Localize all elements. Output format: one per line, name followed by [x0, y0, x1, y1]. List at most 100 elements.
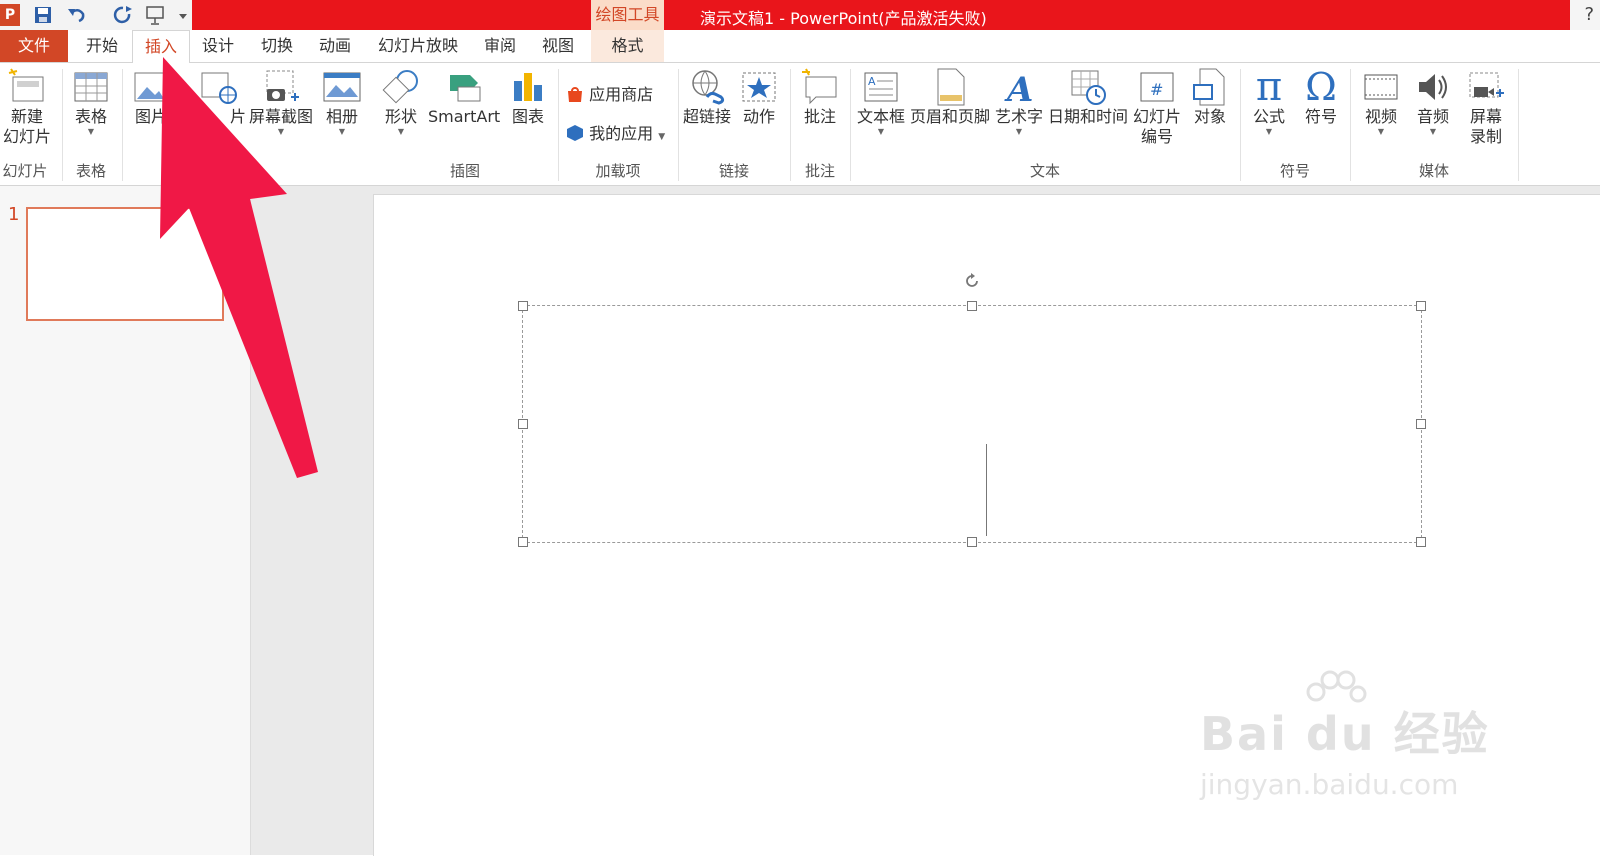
shapes-dropdown-icon[interactable]: ▼ — [378, 127, 424, 137]
watermark-url: jingyan.baidu.com — [1200, 768, 1459, 801]
tab-design[interactable]: 设计 — [190, 30, 246, 62]
photo-album-icon — [323, 72, 361, 102]
screen-recording-label: 屏幕 — [1469, 107, 1502, 126]
screenshot-button[interactable]: 屏幕截图 ▼ — [248, 67, 314, 137]
chart-icon — [514, 73, 542, 101]
my-apps-dropdown-icon[interactable]: ▼ — [658, 132, 665, 142]
resize-handle[interactable] — [1416, 419, 1426, 429]
smartart-label: SmartArt — [428, 107, 501, 126]
object-button[interactable]: 对象 — [1188, 67, 1232, 127]
video-dropdown-icon[interactable]: ▼ — [1358, 127, 1404, 137]
my-apps-button[interactable]: 我的应用 ▼ — [566, 120, 665, 144]
slide-number-label-2: 编号 — [1140, 127, 1173, 146]
textbox-icon: A — [864, 72, 898, 102]
action-label: 动作 — [742, 107, 775, 126]
resize-handle[interactable] — [518, 537, 528, 547]
resize-handle[interactable] — [1416, 537, 1426, 547]
speaker-icon — [1419, 74, 1447, 100]
textbox-button[interactable]: A 文本框 ▼ — [854, 67, 908, 137]
chart-button[interactable]: 图表 — [506, 67, 550, 127]
new-slide-icon — [8, 68, 44, 102]
slide-number: 1 — [8, 204, 20, 225]
shapes-button[interactable]: 形状 ▼ — [378, 67, 424, 137]
resize-handle[interactable] — [518, 301, 528, 311]
slide-thumbnail-pane: 1 — [0, 186, 251, 855]
action-button[interactable]: 动作 — [736, 67, 782, 127]
wordart-dropdown-icon[interactable]: ▼ — [994, 127, 1044, 137]
group-separator — [1518, 69, 1519, 181]
audio-dropdown-icon[interactable]: ▼ — [1410, 127, 1456, 137]
ribbon-tabs: 文件 开始 插入 设计 切换 动画 幻灯片放映 审阅 视图 格式 — [0, 30, 1600, 64]
rotate-handle-icon[interactable] — [963, 272, 981, 290]
wordart-icon: A — [1004, 70, 1033, 107]
tab-home[interactable]: 开始 — [74, 30, 130, 62]
video-button[interactable]: 视频 ▼ — [1358, 67, 1404, 137]
store-button[interactable]: 应用商店 — [566, 81, 653, 105]
group-symbols-label: 符号 — [1279, 162, 1310, 180]
resize-handle[interactable] — [967, 301, 977, 311]
group-separator — [850, 69, 851, 181]
tab-format[interactable]: 格式 — [591, 30, 664, 62]
textbox-dropdown-icon[interactable]: ▼ — [854, 127, 908, 137]
group-text-label: 文本 — [1029, 162, 1060, 180]
slide-number-button[interactable]: # 幻灯片 编号 — [1130, 67, 1184, 147]
online-picture-icon — [201, 72, 237, 104]
hyperlink-button[interactable]: 超链接 — [682, 67, 732, 127]
tab-file[interactable]: 文件 — [0, 30, 68, 62]
audio-button[interactable]: 音频 ▼ — [1410, 67, 1456, 137]
pi-icon: π — [1255, 64, 1283, 110]
present-icon[interactable] — [145, 4, 167, 26]
screen-recording-label-2: 录制 — [1469, 127, 1502, 146]
resize-handle[interactable] — [518, 419, 528, 429]
comment-icon — [802, 68, 837, 105]
audio-label: 音频 — [1416, 107, 1449, 126]
photo-album-dropdown-icon[interactable]: ▼ — [318, 127, 366, 137]
quick-access-toolbar: P — [0, 0, 192, 30]
group-separator — [62, 69, 63, 181]
tab-transitions[interactable]: 切换 — [248, 30, 306, 62]
comment-button[interactable]: 批注 — [796, 67, 844, 127]
new-slide-button[interactable]: 新建 幻灯片 — [2, 67, 52, 147]
screenshot-dropdown-icon[interactable]: ▼ — [248, 127, 314, 137]
resize-handle[interactable] — [1416, 301, 1426, 311]
online-pictures-label: 片 — [229, 107, 246, 126]
symbol-button[interactable]: Ω 符号 — [1298, 67, 1344, 127]
date-time-icon — [1071, 70, 1106, 105]
save-icon[interactable] — [32, 4, 54, 26]
tab-insert[interactable]: 插入 — [132, 30, 190, 64]
date-time-button[interactable]: 日期和时间 — [1046, 67, 1130, 127]
help-icon[interactable]: ? — [1584, 4, 1594, 25]
new-slide-label: 新建 — [10, 107, 43, 126]
equation-button[interactable]: π 公式 ▼ — [1246, 67, 1292, 137]
table-label: 表格 — [74, 107, 107, 126]
undo-icon[interactable] — [66, 4, 88, 26]
tab-animations[interactable]: 动画 — [306, 30, 364, 62]
online-pictures-button[interactable]: 片 — [190, 67, 246, 127]
photo-album-button[interactable]: 相册 ▼ — [318, 67, 366, 137]
tab-slideshow[interactable]: 幻灯片放映 — [366, 30, 470, 62]
customize-icon[interactable] — [178, 4, 188, 26]
group-tables-label: 表格 — [75, 162, 106, 180]
photo-album-label: 相册 — [325, 107, 358, 126]
tab-review[interactable]: 审阅 — [472, 30, 528, 62]
powerpoint-logo-icon[interactable]: P — [0, 4, 20, 26]
comment-label: 批注 — [803, 107, 836, 126]
screen-recording-button[interactable]: 屏幕 录制 — [1462, 67, 1510, 147]
redo-icon[interactable] — [112, 4, 134, 26]
hyperlink-label: 超链接 — [682, 107, 731, 126]
selected-textbox[interactable] — [518, 273, 1426, 547]
tab-view[interactable]: 视图 — [530, 30, 586, 62]
object-icon — [1193, 68, 1225, 106]
header-footer-button[interactable]: 页眉和页脚 — [908, 67, 992, 127]
shapes-icon — [382, 70, 418, 104]
textbox-label: 文本框 — [856, 107, 905, 126]
slide-thumbnail[interactable] — [26, 207, 224, 321]
wordart-button[interactable]: A 艺术字 ▼ — [994, 67, 1044, 137]
smartart-button[interactable]: SmartArt — [428, 67, 500, 127]
screenshot-icon — [266, 70, 299, 101]
resize-handle[interactable] — [967, 537, 977, 547]
table-dropdown-icon[interactable]: ▼ — [68, 127, 114, 137]
table-button[interactable]: 表格 ▼ — [68, 67, 114, 137]
equation-dropdown-icon[interactable]: ▼ — [1246, 127, 1292, 137]
pictures-button[interactable]: 图片 — [128, 67, 174, 127]
